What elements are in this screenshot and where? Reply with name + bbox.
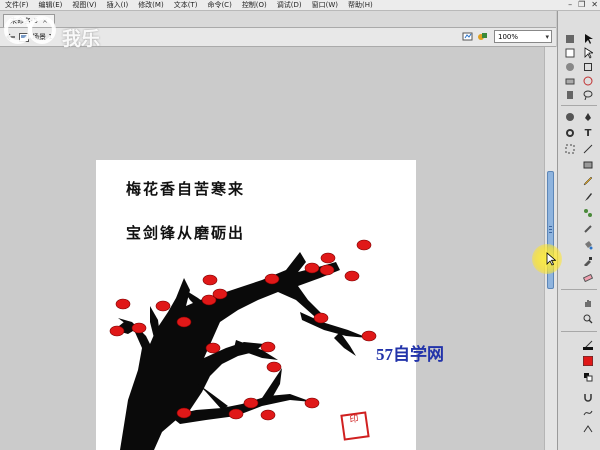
logo-mark-icon bbox=[4, 16, 56, 44]
stroke-color-icon[interactable] bbox=[582, 339, 594, 351]
tool-separator bbox=[561, 105, 597, 106]
panel-icon-8[interactable] bbox=[564, 143, 576, 155]
blossom bbox=[313, 312, 329, 324]
blossom bbox=[266, 361, 282, 373]
blossom bbox=[264, 273, 280, 285]
blossom bbox=[304, 397, 320, 409]
blossom bbox=[361, 330, 377, 342]
zoom-icon[interactable] bbox=[582, 313, 594, 325]
brush-icon[interactable] bbox=[582, 191, 594, 203]
blossom bbox=[176, 407, 192, 419]
blossom bbox=[356, 239, 372, 251]
3d-rotation-icon[interactable] bbox=[582, 75, 594, 87]
panel-icon-4[interactable] bbox=[564, 75, 576, 87]
grip-line bbox=[549, 229, 552, 230]
tool-separator bbox=[561, 289, 597, 290]
rectangle-icon[interactable] bbox=[582, 159, 594, 171]
panel-icon-3[interactable] bbox=[564, 61, 576, 73]
grip-line bbox=[549, 226, 552, 227]
blossom bbox=[205, 342, 221, 354]
panel-icon-2[interactable] bbox=[564, 47, 576, 59]
swap-colors-icon[interactable] bbox=[582, 371, 594, 383]
free-transform-icon[interactable] bbox=[582, 61, 594, 73]
panel-icon-6[interactable] bbox=[564, 111, 576, 123]
panel-icon-7[interactable] bbox=[564, 127, 576, 139]
logo: 我乐 bbox=[2, 11, 112, 50]
tool-separator bbox=[561, 331, 597, 332]
snap-icon[interactable] bbox=[582, 391, 594, 403]
pencil-icon[interactable] bbox=[582, 175, 594, 187]
selection-icon[interactable] bbox=[582, 33, 594, 45]
panel-icon-5[interactable] bbox=[564, 89, 576, 101]
mouse-cursor-icon bbox=[546, 252, 556, 266]
smooth-icon[interactable] bbox=[582, 407, 594, 419]
eraser-icon[interactable] bbox=[582, 271, 594, 283]
blossom bbox=[109, 325, 125, 337]
site-label: 57自学网 bbox=[376, 345, 444, 364]
blossom bbox=[155, 300, 171, 312]
fill-color-icon[interactable] bbox=[582, 355, 594, 367]
branch-shape bbox=[114, 252, 368, 450]
straighten-icon[interactable] bbox=[582, 423, 594, 435]
blossom bbox=[344, 270, 360, 282]
blossom bbox=[131, 322, 147, 334]
seal-text: 印 bbox=[348, 414, 360, 426]
text-icon[interactable]: T bbox=[582, 127, 594, 139]
logo-text: 我乐 bbox=[62, 28, 101, 50]
seal-stamp: 印 bbox=[340, 411, 370, 441]
bone-icon[interactable] bbox=[582, 223, 594, 235]
blossom bbox=[320, 252, 336, 264]
blossom bbox=[304, 262, 320, 274]
hand-icon[interactable] bbox=[582, 297, 594, 309]
blossom bbox=[243, 397, 259, 409]
blossom bbox=[202, 274, 218, 286]
subselection-icon[interactable] bbox=[582, 47, 594, 59]
pen-icon[interactable] bbox=[582, 111, 594, 123]
grip-line bbox=[549, 232, 552, 233]
blossom bbox=[176, 316, 192, 328]
blossom bbox=[260, 341, 276, 353]
paint-bucket-icon[interactable] bbox=[582, 239, 594, 251]
blossom bbox=[319, 264, 335, 276]
blossom bbox=[260, 409, 276, 421]
eyedropper-icon[interactable] bbox=[582, 255, 594, 267]
line-icon[interactable] bbox=[582, 143, 594, 155]
lasso-icon[interactable] bbox=[582, 89, 594, 101]
tools-panel: T bbox=[557, 11, 600, 450]
poem-line-1: 梅花香自苦寒来 bbox=[126, 180, 246, 198]
plum-branch-artwork bbox=[109, 239, 377, 450]
blossom bbox=[115, 298, 131, 310]
poem-line-2: 宝剑锋从磨砺出 bbox=[126, 224, 246, 242]
panel-icon-1[interactable] bbox=[564, 33, 576, 45]
blossom bbox=[228, 408, 244, 420]
blossom bbox=[212, 288, 228, 300]
deco-icon[interactable] bbox=[582, 207, 594, 219]
